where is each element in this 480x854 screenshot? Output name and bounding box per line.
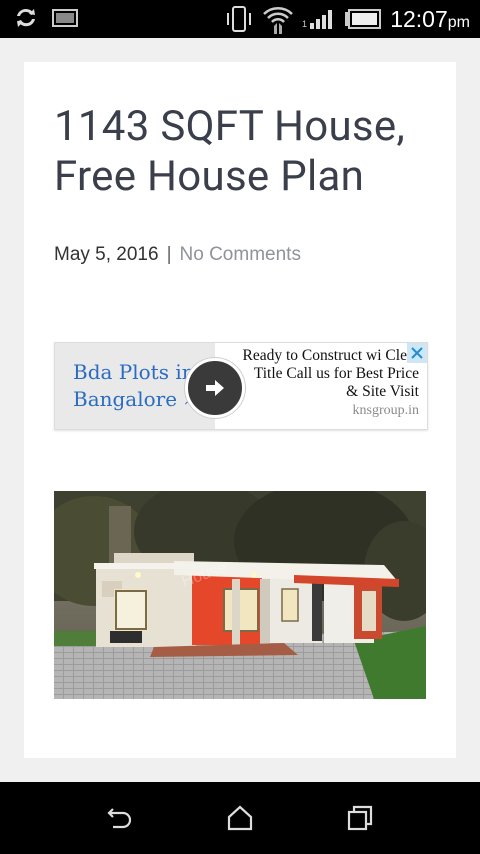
house-image: House bbox=[54, 491, 426, 699]
ad-banner[interactable]: Bda Plots in Bangalore » Ready to Constr… bbox=[54, 342, 428, 430]
article-card: 1143 SQFT House, Free House Plan May 5, … bbox=[24, 62, 456, 758]
svg-text:1: 1 bbox=[302, 19, 307, 29]
article-meta: May 5, 2016 | No Comments bbox=[54, 244, 301, 266]
page-content: 1143 SQFT House, Free House Plan May 5, … bbox=[0, 38, 480, 782]
battery-icon bbox=[344, 9, 382, 33]
image-notification-icon bbox=[52, 8, 78, 32]
article-title: 1143 SQFT House, Free House Plan bbox=[54, 102, 406, 201]
ad-body-text: Ready to Construct wi Clear Title Call u… bbox=[242, 347, 420, 400]
status-bar: 1 12:07pm bbox=[0, 0, 480, 38]
comments-link[interactable]: No Comments bbox=[180, 244, 301, 265]
navigation-bar bbox=[0, 782, 480, 854]
wifi-icon bbox=[262, 4, 294, 38]
close-icon[interactable] bbox=[407, 343, 427, 363]
post-date: May 5, 2016 bbox=[54, 244, 159, 265]
sync-icon bbox=[14, 6, 38, 34]
ad-body-panel: Ready to Construct wi Clear Title Call u… bbox=[215, 343, 427, 429]
home-icon[interactable] bbox=[224, 802, 256, 834]
signal-icon: 1 bbox=[302, 7, 336, 35]
clock: 12:07pm bbox=[390, 6, 470, 32]
arrow-right-icon[interactable] bbox=[185, 358, 245, 418]
vibrate-icon bbox=[224, 5, 254, 37]
back-icon[interactable] bbox=[104, 802, 136, 834]
ad-domain: knsgroup.in bbox=[352, 403, 420, 418]
meta-separator: | bbox=[166, 244, 172, 265]
recents-icon[interactable] bbox=[344, 802, 376, 834]
